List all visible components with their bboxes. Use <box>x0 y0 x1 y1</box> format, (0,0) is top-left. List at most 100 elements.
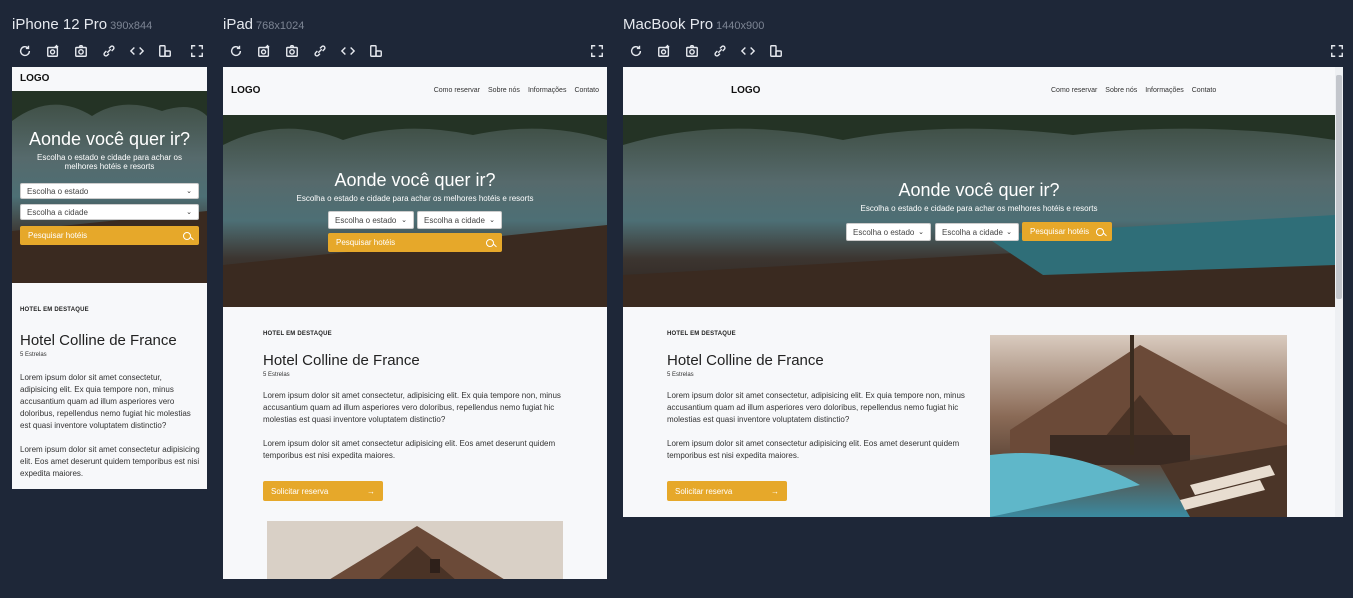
refresh-icon[interactable] <box>17 43 33 59</box>
screenshot-add-icon[interactable] <box>256 43 272 59</box>
code-icon[interactable] <box>340 43 356 59</box>
featured-label: HOTEL EM DESTAQUE <box>263 331 332 337</box>
navbar: LOGO Como reservar Sobre nós Informações… <box>223 67 607 115</box>
nav-contato[interactable]: Contato <box>574 87 599 94</box>
state-select[interactable]: Escolha o estado ⌄ <box>846 223 931 241</box>
ipad-screen: LOGO Como reservar Sobre nós Informações… <box>223 67 607 579</box>
link-icon[interactable] <box>312 43 328 59</box>
hotel-description-2: Lorem ipsum dolor sit amet consectetur a… <box>20 445 200 478</box>
nav-informacoes[interactable]: Informações <box>1145 87 1184 94</box>
link-icon[interactable] <box>101 43 117 59</box>
device-title: iPad 768x1024 <box>223 16 304 33</box>
hotel-name: Hotel Colline de France <box>263 352 420 369</box>
screenshot-add-icon[interactable] <box>45 43 61 59</box>
device-size: 768x1024 <box>256 20 305 32</box>
chevron-down-icon: ⌄ <box>186 209 192 216</box>
book-button[interactable]: Solicitar reserva → <box>263 481 383 501</box>
device-toolbar <box>17 42 203 60</box>
device-name: iPad <box>223 16 254 33</box>
hero-title: Aonde você quer ir? <box>28 129 191 149</box>
nav-como-reservar[interactable]: Como reservar <box>434 87 480 94</box>
book-button[interactable]: Solicitar reserva → <box>667 481 787 501</box>
rotate-icon[interactable] <box>157 43 173 59</box>
nav-contato[interactable]: Contato <box>1192 87 1217 94</box>
link-icon[interactable] <box>712 43 728 59</box>
search-button[interactable]: Pesquisar hotéis <box>1022 222 1112 241</box>
camera-icon[interactable] <box>684 43 700 59</box>
city-select[interactable]: Escolha a cidade ⌄ <box>20 204 199 220</box>
arrow-right-icon: → <box>367 486 375 496</box>
code-icon[interactable] <box>129 43 145 59</box>
fullscreen-icon[interactable] <box>1329 43 1345 59</box>
hotel-description: Lorem ipsum dolor sit amet consectetur, … <box>667 391 965 424</box>
hotel-name: Hotel Colline de France <box>20 332 177 349</box>
hotel-stars: 5 Estrelas <box>263 372 290 378</box>
hotel-description: Lorem ipsum dolor sit amet consectetur, … <box>20 373 191 430</box>
navbar: LOGO Como reservar Sobre nós Informações… <box>623 67 1343 115</box>
nav-sobre-nos[interactable]: Sobre nós <box>1105 87 1137 94</box>
chevron-down-icon: ⌄ <box>918 229 924 236</box>
chevron-down-icon: ⌄ <box>1006 229 1012 236</box>
nav-como-reservar[interactable]: Como reservar <box>1051 87 1097 94</box>
chevron-down-icon: ⌄ <box>401 217 407 224</box>
hero-subtitle: Escolha o estado e cidade para achar os … <box>296 194 534 203</box>
code-icon[interactable] <box>740 43 756 59</box>
nav-sobre-nos[interactable]: Sobre nós <box>488 87 520 94</box>
featured-label: HOTEL EM DESTAQUE <box>20 307 89 313</box>
hero-photo <box>223 115 607 307</box>
device-toolbar <box>628 42 1343 60</box>
scrollbar-thumb[interactable] <box>1336 75 1342 299</box>
hotel-name: Hotel Colline de France <box>667 352 824 369</box>
featured-section: HOTEL EM DESTAQUE Hotel Colline de Franc… <box>263 331 573 462</box>
state-select[interactable]: Escolha o estado ⌄ <box>328 211 414 229</box>
fullscreen-icon[interactable] <box>589 43 605 59</box>
hero-subtitle: Escolha o estado e cidade para achar os … <box>37 153 182 171</box>
search-button[interactable]: Pesquisar hotéis <box>20 226 199 245</box>
nav-informacoes[interactable]: Informações <box>528 87 567 94</box>
hotel-description: Lorem ipsum dolor sit amet consectetur, … <box>263 391 561 424</box>
featured-label: HOTEL EM DESTAQUE <box>667 331 736 337</box>
nav-links: Como reservar Sobre nós Informações Cont… <box>426 87 599 94</box>
hero-subtitle: Escolha o estado e cidade para achar os … <box>860 204 1098 213</box>
hotel-stars: 5 Estrelas <box>667 372 694 378</box>
hotel-photo <box>267 521 563 579</box>
hotel-description-2: Lorem ipsum dolor sit amet consectetur a… <box>667 439 960 460</box>
device-size: 390x844 <box>110 20 153 32</box>
site-logo[interactable]: LOGO <box>231 85 260 96</box>
iphone-screen: LOGO Aonde você quer ir? Escolha o estad… <box>12 67 207 489</box>
fullscreen-icon[interactable] <box>189 43 205 59</box>
hero: Aonde você quer ir? Escolha o estado e c… <box>223 115 607 307</box>
chevron-down-icon: ⌄ <box>186 188 192 195</box>
refresh-icon[interactable] <box>628 43 644 59</box>
state-select[interactable]: Escolha o estado ⌄ <box>20 183 199 199</box>
city-select[interactable]: Escolha a cidade ⌄ <box>935 223 1019 241</box>
scrollbar[interactable] <box>1335 67 1343 517</box>
featured-section: HOTEL EM DESTAQUE Hotel Colline de Franc… <box>20 307 200 480</box>
site-logo[interactable]: LOGO <box>20 73 49 84</box>
site-logo[interactable]: LOGO <box>731 85 760 96</box>
nav-links: Como reservar Sobre nós Informações Cont… <box>1043 87 1216 94</box>
macbook-screen: LOGO Como reservar Sobre nós Informações… <box>623 67 1343 517</box>
navbar: LOGO <box>12 67 207 91</box>
hero: Aonde você quer ir? Escolha o estado e c… <box>623 115 1335 307</box>
search-icon <box>1096 227 1104 236</box>
refresh-icon[interactable] <box>228 43 244 59</box>
city-select[interactable]: Escolha a cidade ⌄ <box>417 211 502 229</box>
hero-title: Aonde você quer ir? <box>334 170 496 190</box>
screenshot-add-icon[interactable] <box>656 43 672 59</box>
hero-title: Aonde você quer ir? <box>898 180 1060 200</box>
device-name: MacBook Pro <box>623 16 714 33</box>
search-button[interactable]: Pesquisar hotéis <box>328 233 502 252</box>
rotate-icon[interactable] <box>368 43 384 59</box>
camera-icon[interactable] <box>284 43 300 59</box>
hotel-description-2: Lorem ipsum dolor sit amet consectetur a… <box>263 439 556 460</box>
search-icon <box>486 238 494 247</box>
camera-icon[interactable] <box>73 43 89 59</box>
device-size: 1440x900 <box>716 20 765 32</box>
hero: Aonde você quer ir? Escolha o estado e c… <box>12 91 207 283</box>
featured-section: HOTEL EM DESTAQUE Hotel Colline de Franc… <box>667 331 967 462</box>
rotate-icon[interactable] <box>768 43 784 59</box>
hotel-stars: 5 Estrelas <box>20 352 47 358</box>
search-icon <box>183 231 191 240</box>
device-title: MacBook Pro 1440x900 <box>623 16 764 33</box>
